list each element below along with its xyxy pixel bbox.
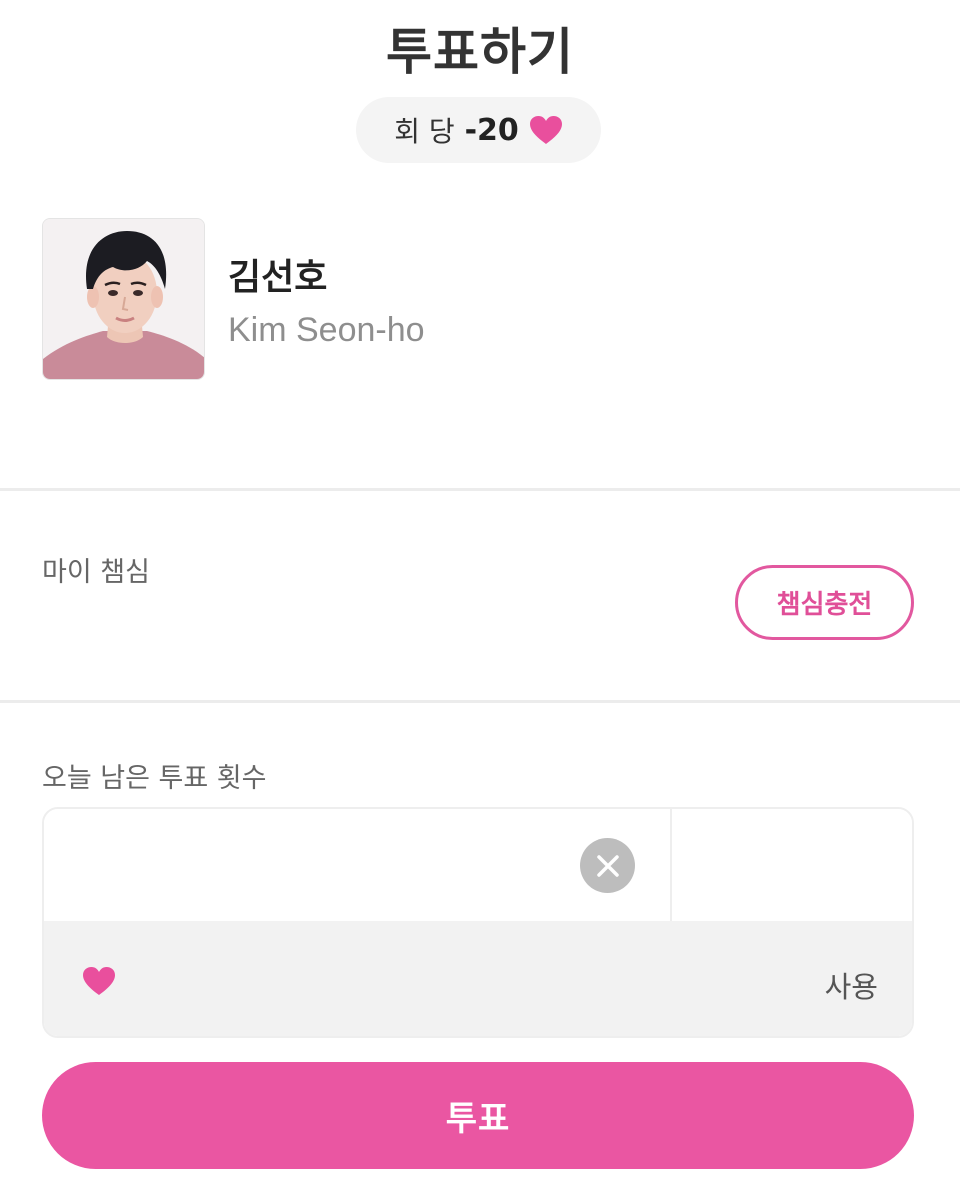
page-title: 투표하기 (386, 23, 574, 81)
use-label: 사용 (824, 970, 878, 1004)
divider (0, 700, 960, 703)
vote-count-card: 사용 (42, 807, 914, 1038)
use-hearts-row: 사용 (44, 921, 912, 1036)
cost-label: 회 당 (394, 115, 455, 148)
remaining-votes-label: 오늘 남은 투표 횟수 (42, 763, 267, 794)
heart-icon (529, 115, 563, 145)
heart-icon (82, 966, 116, 1000)
vote-count-input-row (44, 809, 912, 921)
vote-count-input[interactable] (44, 809, 670, 921)
my-hearts-label: 마이 챔심 (42, 557, 150, 588)
vertical-separator (670, 809, 672, 921)
cost-per-vote-badge: 회 당 -20 (356, 97, 601, 163)
candidate-photo (42, 218, 205, 380)
cost-value: -20 (464, 112, 519, 148)
divider (0, 488, 960, 491)
vote-button[interactable]: 투표 (42, 1062, 914, 1169)
close-icon[interactable] (580, 838, 635, 893)
candidate-name-english: Kim Seon-ho (228, 311, 425, 349)
candidate-name-korean: 김선호 (228, 257, 328, 298)
charge-hearts-button[interactable]: 챔심충전 (735, 565, 914, 640)
